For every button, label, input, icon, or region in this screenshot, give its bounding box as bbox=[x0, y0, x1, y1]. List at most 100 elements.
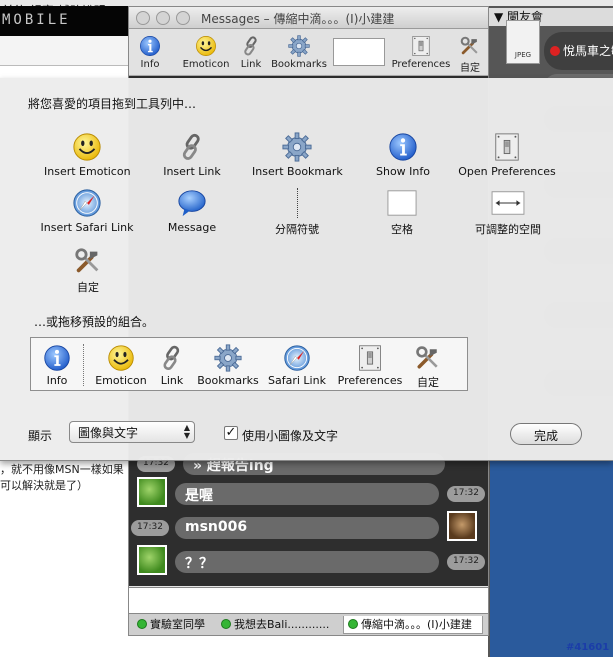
message-bubble: 是喔 bbox=[175, 483, 439, 505]
item-label: 自定 bbox=[417, 376, 439, 389]
customize-item[interactable]: 自定 bbox=[70, 246, 106, 295]
insert-bookmark-item[interactable]: Insert Bookmark bbox=[252, 132, 343, 178]
item-label: Open Preferences bbox=[458, 165, 556, 178]
messages-toolbar: Info Emoticon Link Bookmarks Preferences… bbox=[129, 29, 488, 76]
flexible-space-icon bbox=[490, 188, 526, 218]
toolbar-blank-space bbox=[333, 38, 385, 66]
done-button[interactable]: 完成 bbox=[510, 423, 582, 445]
small-icons-label[interactable]: 使用小圖像及文字 bbox=[242, 427, 338, 444]
smiley-icon bbox=[72, 132, 102, 162]
online-status-icon bbox=[137, 619, 147, 629]
space-item[interactable]: 空格 bbox=[384, 188, 420, 237]
info-icon bbox=[42, 344, 72, 372]
light-switch-icon bbox=[410, 35, 432, 57]
message-bubble: msn006 bbox=[175, 517, 439, 539]
popup-value: 圖像與文字 bbox=[78, 426, 139, 440]
monkey-avatar[interactable] bbox=[447, 511, 477, 541]
insert-link-item[interactable]: Insert Link bbox=[160, 132, 224, 178]
speech-bubble-icon bbox=[177, 188, 207, 218]
item-label: Bookmarks bbox=[197, 374, 259, 387]
tab-chat[interactable]: 我想去Bali............ bbox=[217, 616, 339, 634]
chain-link-icon bbox=[177, 132, 207, 162]
item-label: 空格 bbox=[391, 223, 413, 236]
buddy-item-selected[interactable]: 悅馬車之敏 bbox=[544, 32, 613, 70]
toolbar-link-button[interactable]: Link bbox=[237, 35, 265, 70]
web-text-line: ，就不用像MSN一樣如果 bbox=[0, 463, 124, 476]
chat-message: 是喔 17:32 bbox=[137, 477, 485, 507]
message-time: 17:32 bbox=[447, 486, 485, 502]
chat-message: ？？ 17:32 bbox=[137, 545, 485, 575]
buddy-name: 悅馬車之敏 bbox=[563, 44, 613, 58]
space-icon bbox=[386, 188, 418, 218]
small-icons-checkbox[interactable]: ✓ bbox=[224, 426, 238, 440]
show-mode-popup[interactable]: 圖像與文字 ▲ ▼ bbox=[69, 421, 195, 443]
status-dot-icon bbox=[550, 46, 560, 56]
show-label: 顯示 bbox=[28, 429, 53, 443]
window-title: Messages – 傳縮中滴。。。(I)小建建 bbox=[201, 12, 395, 26]
jpeg-file-icon[interactable]: JPEG bbox=[506, 20, 540, 64]
message-input[interactable] bbox=[129, 587, 488, 613]
toolbar-bookmarks-button[interactable]: Bookmarks bbox=[270, 35, 328, 70]
toolbar-info-button[interactable]: Info bbox=[135, 35, 165, 70]
tab-chat-active[interactable]: 傳縮中滴。。。(I)小建建 bbox=[343, 616, 483, 634]
light-switch-icon bbox=[492, 132, 522, 162]
default-preferences-item: Preferences bbox=[337, 344, 403, 387]
open-preferences-item[interactable]: Open Preferences bbox=[458, 132, 556, 178]
item-label: Link bbox=[160, 374, 184, 387]
gear-icon bbox=[288, 35, 310, 57]
leaf-avatar[interactable] bbox=[137, 477, 167, 507]
compass-icon bbox=[282, 344, 312, 372]
default-set-heading: …或拖移預設的組合。 bbox=[34, 315, 155, 329]
item-label: 可調整的空間 bbox=[475, 223, 541, 236]
background-web-text: ，就不用像MSN一樣如果 可以解決就是了） bbox=[0, 462, 130, 494]
separator-icon bbox=[83, 344, 84, 386]
toolbar-label: 自定 bbox=[460, 63, 480, 74]
customize-toolbar-sheet: 將您喜愛的項目拖到工具列中… Insert Emoticon Insert Li… bbox=[0, 78, 613, 461]
gear-icon bbox=[213, 344, 243, 372]
insert-emoticon-item[interactable]: Insert Emoticon bbox=[44, 132, 131, 178]
item-label: Emoticon bbox=[95, 374, 147, 387]
item-label: Insert Link bbox=[163, 165, 221, 178]
default-bookmarks-item: Bookmarks bbox=[197, 344, 259, 387]
smiley-icon bbox=[106, 344, 136, 372]
chain-link-icon bbox=[157, 344, 187, 372]
tab-label: 我想去Bali............ bbox=[234, 618, 330, 631]
message-time: 17:32 bbox=[447, 554, 485, 570]
default-customize-item: 自定 bbox=[411, 344, 445, 390]
minimize-button[interactable] bbox=[156, 11, 170, 25]
item-label: Insert Safari Link bbox=[40, 221, 134, 234]
web-text-line: 可以解決就是了） bbox=[0, 479, 88, 492]
chat-message: 17:32 msn006 bbox=[131, 511, 479, 541]
online-status-icon bbox=[348, 619, 358, 629]
leaf-avatar[interactable] bbox=[137, 545, 167, 575]
default-link-item: Link bbox=[157, 344, 187, 387]
toolbar-label: Emoticon bbox=[182, 59, 230, 70]
toolbar-label: Link bbox=[240, 59, 262, 70]
gear-icon bbox=[282, 132, 312, 162]
popup-arrows-icon: ▲ ▼ bbox=[183, 423, 190, 440]
item-label: 分隔符號 bbox=[275, 223, 319, 236]
jpeg-label: JPEG bbox=[514, 51, 532, 59]
toolbar-emoticon-button[interactable]: Emoticon bbox=[181, 35, 231, 70]
message-bubble: ？？ bbox=[175, 551, 439, 573]
tools-icon bbox=[413, 344, 443, 372]
toolbar-label: Bookmarks bbox=[271, 59, 327, 70]
close-button[interactable] bbox=[136, 11, 150, 25]
default-info-item: Info bbox=[39, 344, 75, 387]
default-toolbar-set[interactable]: Info Emoticon Link Bookmarks Safari Link… bbox=[30, 337, 468, 391]
show-info-item[interactable]: Show Info bbox=[372, 132, 434, 178]
window-titlebar[interactable]: Messages – 傳縮中滴。。。(I)小建建 bbox=[129, 7, 488, 29]
drag-items-heading: 將您喜愛的項目拖到工具列中… bbox=[28, 97, 197, 111]
toolbar-preferences-button[interactable]: Preferences bbox=[391, 35, 451, 70]
tab-label: 實驗室同學 bbox=[150, 618, 205, 631]
item-label: Info bbox=[46, 374, 68, 387]
toolbar-customize-button[interactable]: 自定 bbox=[456, 35, 484, 74]
tab-chat[interactable]: 實驗室同學 bbox=[133, 616, 213, 634]
zoom-button[interactable] bbox=[176, 11, 190, 25]
insert-safari-link-item[interactable]: Insert Safari Link bbox=[40, 188, 134, 234]
tools-icon bbox=[73, 246, 103, 276]
separator-item[interactable]: 分隔符號 bbox=[268, 188, 326, 237]
flexible-space-item[interactable]: 可調整的空間 bbox=[470, 188, 546, 237]
message-item[interactable]: Message bbox=[164, 188, 220, 234]
desktop-background bbox=[490, 460, 613, 657]
